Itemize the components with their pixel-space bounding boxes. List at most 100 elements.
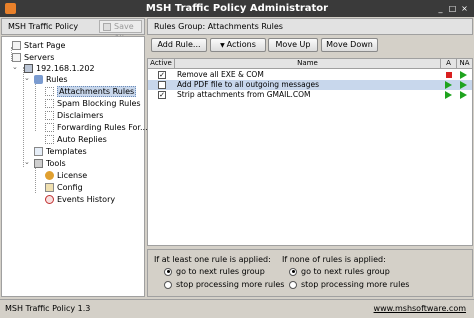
move-down-label: Move Down [326, 40, 373, 49]
title-bar: MSH Traffic Policy Administrator _ □ × [0, 0, 474, 17]
tree-item-disclaimers[interactable]: Disclaimers [45, 109, 103, 121]
tree-label: License [57, 170, 88, 180]
tree-label: Config [57, 182, 83, 192]
table-row[interactable]: Add PDF file to all outgoing messages [148, 80, 472, 90]
radio-label: stop processing more rules [301, 280, 410, 289]
rule-group-icon [45, 122, 54, 132]
tree-item-rules[interactable]: Rules [34, 73, 68, 85]
tree-item-tools[interactable]: Tools [34, 157, 66, 169]
column-header-name[interactable]: Name [175, 59, 441, 69]
tree-item-license[interactable]: License [45, 169, 87, 181]
tree-line [35, 79, 36, 131]
left-panel-title: MSH Traffic Policy [8, 22, 79, 31]
move-up-label: Move Up [275, 40, 311, 49]
tree-label: Spam Blocking Rules [57, 98, 141, 108]
rules-table[interactable]: Active Name A NA ✓ Remove all EXE & COM … [147, 58, 473, 246]
tree-item-spam-blocking-rules[interactable]: Spam Blocking Rules [45, 97, 141, 109]
radio-label: go to next rules group [176, 267, 265, 276]
rules-toolbar: Add Rule... ▼ Actions Move Up Move Down [147, 36, 473, 56]
tree-label: Servers [24, 52, 55, 62]
navigation-tree[interactable]: Start Page Servers ⌄ 192.168.1.202 ⌄ Rul… [1, 36, 148, 297]
status-bar: MSH Traffic Policy 1.3 www.mshsoftware.c… [0, 299, 474, 318]
left-panel-header: MSH Traffic Policy Save All [1, 18, 145, 42]
rule-group-icon [45, 98, 54, 108]
rule-group-icon [45, 86, 54, 96]
tree-item-templates[interactable]: Templates [34, 145, 87, 157]
move-up-button[interactable]: Move Up [268, 38, 318, 52]
right-panel-header: Rules Group: Attachments Rules [147, 18, 473, 35]
save-all-button[interactable]: Save All [99, 20, 142, 42]
collapse-icon[interactable]: ⌄ [24, 74, 30, 82]
save-icon [103, 23, 111, 31]
radio-unselected[interactable] [164, 280, 172, 289]
tree-label: Start Page [24, 40, 66, 50]
maximize-icon[interactable]: □ [447, 3, 458, 14]
collapse-icon[interactable]: ⌄ [12, 63, 18, 71]
play-icon[interactable] [460, 91, 467, 99]
play-icon[interactable] [460, 71, 467, 79]
rule-group-icon [45, 134, 54, 144]
tree-label: Forwarding Rules For... [57, 122, 148, 132]
column-header-a[interactable]: A [441, 59, 457, 69]
templates-icon [34, 146, 43, 156]
active-checkbox[interactable]: ✓ [158, 71, 166, 79]
version-text: MSH Traffic Policy 1.3 [5, 304, 91, 313]
none-next-radio[interactable]: go to next rules group [289, 267, 390, 276]
rules-group-title: Rules Group: Attachments Rules [154, 22, 283, 31]
applied-stop-radio[interactable]: stop processing more rules [164, 280, 284, 289]
none-stop-radio[interactable]: stop processing more rules [289, 280, 409, 289]
add-rule-button[interactable]: Add Rule... [151, 38, 207, 52]
active-checkbox[interactable]: ✓ [158, 91, 166, 99]
add-rule-label: Add Rule... [157, 40, 201, 49]
play-icon[interactable] [445, 91, 452, 99]
tools-icon [34, 158, 43, 168]
rule-name: Add PDF file to all outgoing messages [177, 80, 319, 89]
clock-icon [45, 194, 54, 204]
tree-item-start-page[interactable]: Start Page [12, 39, 65, 51]
radio-label: stop processing more rules [176, 280, 285, 289]
none-title: If none of rules is applied: [282, 255, 386, 264]
actions-button[interactable]: ▼ Actions [210, 38, 266, 52]
rule-processing-options: If at least one rule is applied: go to n… [147, 249, 473, 297]
tree-item-forwarding-rules[interactable]: Forwarding Rules For... [45, 121, 148, 133]
applied-next-radio[interactable]: go to next rules group [164, 267, 265, 276]
play-icon[interactable] [460, 81, 467, 89]
tree-label: Tools [46, 158, 66, 168]
tree-item-events-history[interactable]: Events History [45, 193, 115, 205]
config-icon [45, 182, 54, 192]
server-icon [24, 63, 33, 73]
close-icon[interactable]: × [459, 3, 470, 14]
tree-line [23, 67, 24, 167]
collapse-icon[interactable]: ⌄ [24, 158, 30, 166]
move-down-button[interactable]: Move Down [321, 38, 378, 52]
table-row[interactable]: ✓ Strip attachments from GMAIL.COM [148, 90, 472, 100]
tree-item-attachments-rules[interactable]: Attachments Rules [45, 85, 137, 97]
column-header-active[interactable]: Active [148, 59, 175, 69]
stop-icon[interactable] [446, 72, 452, 78]
tree-label: Attachments Rules [57, 85, 137, 97]
window-title: MSH Traffic Policy Administrator [145, 3, 329, 14]
tree-label: Disclaimers [57, 110, 104, 120]
radio-label: go to next rules group [301, 267, 390, 276]
play-icon[interactable] [445, 81, 452, 89]
radio-selected[interactable] [164, 267, 172, 276]
rule-name: Remove all EXE & COM [177, 70, 264, 79]
table-header: Active Name A NA [148, 59, 472, 69]
table-row[interactable]: ✓ Remove all EXE & COM [148, 70, 472, 80]
tree-label: 192.168.1.202 [36, 63, 95, 73]
radio-unselected[interactable] [289, 280, 297, 289]
active-checkbox[interactable] [158, 81, 166, 89]
rule-name: Strip attachments from GMAIL.COM [177, 90, 311, 99]
page-icon [12, 40, 21, 50]
tree-label: Events History [57, 194, 116, 204]
tree-item-config[interactable]: Config [45, 181, 83, 193]
column-header-na[interactable]: NA [457, 59, 472, 69]
tree-item-auto-replies[interactable]: Auto Replies [45, 133, 107, 145]
radio-selected[interactable] [289, 267, 297, 276]
minimize-icon[interactable]: _ [435, 3, 446, 14]
rules-icon [34, 74, 43, 84]
tree-label: Templates [46, 146, 87, 156]
tree-label: Rules [46, 74, 68, 84]
tree-label: Auto Replies [57, 134, 107, 144]
website-link[interactable]: www.mshsoftware.com [374, 304, 466, 313]
